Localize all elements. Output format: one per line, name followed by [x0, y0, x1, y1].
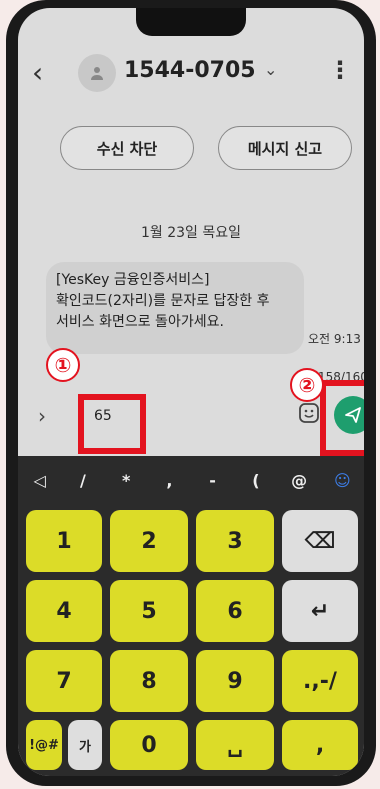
key-4[interactable]: 4	[26, 580, 102, 642]
report-message-button[interactable]: 메시지 신고	[218, 126, 352, 170]
key-9[interactable]: 9	[196, 650, 274, 712]
symbol-key[interactable]: ,	[148, 471, 191, 490]
date-separator: 1월 23일 목요일	[140, 225, 242, 241]
space-key[interactable]: ␣	[196, 720, 274, 770]
korean-mode-key[interactable]: 가	[68, 720, 102, 770]
key-1[interactable]: 1	[26, 510, 102, 572]
enter-key[interactable]: ↵	[282, 580, 358, 642]
message-timestamp: 오전 9:13	[308, 332, 361, 346]
more-options-icon[interactable]: ⋮	[328, 56, 352, 84]
step-marker-2: ②	[290, 368, 324, 402]
sticker-icon[interactable]: ☺	[321, 471, 364, 490]
message-line: [YesKey 금융인증서비스]	[56, 272, 210, 288]
avatar[interactable]	[78, 54, 116, 92]
emoji-icon[interactable]	[298, 402, 320, 424]
key-3[interactable]: 3	[196, 510, 274, 572]
screen: ‹ 1544-0705 ⌄ ⋮ 수신 차단 메시지 신고 1월 23일 목요일 …	[18, 8, 364, 776]
back-arrow-icon[interactable]: ‹	[32, 56, 43, 89]
key-2[interactable]: 2	[110, 510, 188, 572]
chevron-down-icon[interactable]: ⌄	[264, 60, 277, 79]
symbol-key[interactable]: @	[278, 471, 321, 490]
step-marker-1: ①	[46, 348, 80, 382]
message-bubble: [YesKey 금융인증서비스] 확인코드(2자리)를 문자로 답장한 후 서비…	[46, 262, 304, 354]
symbols-key[interactable]: !@#	[26, 720, 62, 770]
symbol-key[interactable]: (	[234, 471, 277, 490]
person-icon	[91, 67, 103, 80]
contact-phone-number[interactable]: 1544-0705	[124, 58, 256, 83]
backspace-key[interactable]: ⌫	[282, 510, 358, 572]
keyboard-toggle-icon[interactable]: ◁	[18, 471, 61, 490]
comma-key[interactable]: ,	[282, 720, 358, 770]
punctuation-key[interactable]: .,-/	[282, 650, 358, 712]
symbol-key[interactable]: /	[61, 471, 104, 490]
highlight-input-box	[78, 394, 146, 454]
keyboard-symbol-row: ◁ / * , - ( @ ☺	[18, 466, 364, 494]
symbol-key[interactable]: -	[191, 471, 234, 490]
conversation-header: ‹ 1544-0705 ⌄ ⋮	[18, 46, 364, 102]
camera-notch	[136, 8, 246, 36]
highlight-send-box	[320, 380, 364, 456]
key-5[interactable]: 5	[110, 580, 188, 642]
block-sender-button[interactable]: 수신 차단	[60, 126, 194, 170]
key-0[interactable]: 0	[110, 720, 188, 770]
key-6[interactable]: 6	[196, 580, 274, 642]
expand-chevron-icon[interactable]: ›	[38, 404, 46, 428]
message-line: 확인코드(2자리)를 문자로 답장한 후	[56, 293, 270, 309]
message-line: 서비스 화면으로 돌아가세요.	[56, 314, 224, 330]
phone-frame: ‹ 1544-0705 ⌄ ⋮ 수신 차단 메시지 신고 1월 23일 목요일 …	[6, 0, 376, 786]
symbol-key[interactable]: *	[105, 471, 148, 490]
keyboard: ◁ / * , - ( @ ☺ 1 2 3 ⌫ 4 5 6 ↵ 7 8 9 .,…	[18, 456, 364, 776]
key-7[interactable]: 7	[26, 650, 102, 712]
key-8[interactable]: 8	[110, 650, 188, 712]
